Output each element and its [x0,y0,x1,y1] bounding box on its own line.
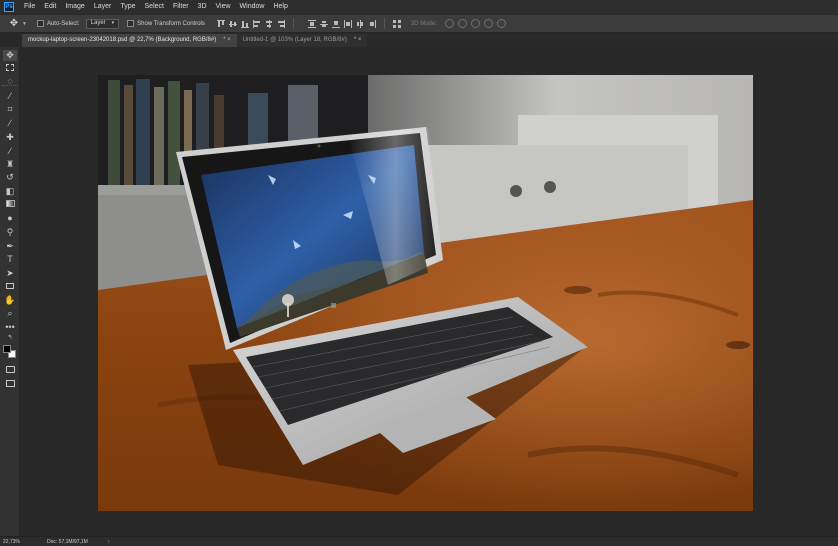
distribute-hcenter-icon[interactable] [356,19,364,28]
move-icon[interactable]: ✥ [3,50,17,61]
tab-untitled-1[interactable]: Untitled-1 @ 103% (Layer 18, RGB/8#) * × [236,34,368,47]
document-size-info[interactable]: Doc: 57,1M/97,1M [47,539,88,545]
menu-image[interactable]: Image [65,0,84,14]
options-divider [292,18,294,29]
eraser-icon[interactable]: ◧ [3,186,17,197]
menu-file[interactable]: File [24,0,35,14]
zoom-level[interactable]: 22,73% [3,539,25,545]
show-transform-checkbox[interactable] [127,20,135,27]
photoshop-window: Ps File Edit Image Layer Type Select Fil… [0,0,838,546]
chevron-down-icon[interactable]: ▼ [22,21,27,27]
status-bar: 22,73% Doc: 57,1M/97,1M › [0,536,838,546]
options-bar: ✥ ▼ Auto-Select: Layer ▾ Show Transform … [0,14,838,33]
menu-edit[interactable]: Edit [44,0,56,14]
status-menu-arrow[interactable]: › [108,539,110,545]
menu-view[interactable]: View [216,0,231,14]
laptop-photo [98,75,753,511]
tab-mockup-laptop[interactable]: mockup-laptop-screen-23042018.psd @ 22,7… [22,34,237,47]
tools-panel: ✥ ◌ ⁄ ⌗ ∕ ✚ ∕ ♜ ↺ ◧ ● ⚲ ✒ T ➤ ✋ ⌕ ••• ↰ [0,47,20,536]
menu-type[interactable]: Type [120,0,135,14]
marquee-icon[interactable] [3,63,17,74]
auto-select-value: Layer [90,20,106,26]
align-left-icon[interactable] [252,19,261,28]
document-canvas[interactable] [98,75,753,511]
magic-wand-icon[interactable]: ⁄ [3,91,17,102]
zoom-icon[interactable]: ⌕ [3,308,17,319]
menu-select[interactable]: Select [145,0,164,14]
toolbar-divider [2,85,18,88]
gradient-icon[interactable] [3,199,17,210]
chevron-down-icon: ▾ [111,20,115,26]
auto-select-checkbox[interactable] [36,20,44,27]
healing-brush-icon[interactable]: ✚ [3,132,17,143]
align-vcenter-icon[interactable] [228,20,237,28]
3d-orbit-icon[interactable] [444,19,454,28]
align-buttons [216,19,285,28]
crop-icon[interactable]: ⌗ [3,104,17,115]
close-icon[interactable]: * × [354,34,362,47]
3d-mode-label: 3D Mode: [410,20,437,27]
distribute-buttons [307,19,376,28]
quick-mask-icon[interactable] [3,365,17,376]
tab-label: mockup-laptop-screen-23042018.psd @ 22,7… [28,37,217,43]
move-tool-preset-icon[interactable]: ✥ [8,18,20,30]
3d-pan-icon[interactable] [470,19,480,28]
options-divider [383,18,385,29]
clone-stamp-icon[interactable]: ♜ [3,159,17,170]
color-swatches[interactable] [3,345,17,361]
screen-mode-icon[interactable] [3,379,17,390]
menu-window[interactable]: Window [240,0,265,14]
3d-slide-icon[interactable] [483,19,493,28]
auto-select-label: Auto-Select: [46,20,80,27]
hand-icon[interactable]: ✋ [3,295,17,306]
menu-3d[interactable]: 3D [198,0,207,14]
distribute-top-icon[interactable] [307,19,316,28]
rectangle-icon[interactable] [3,281,17,292]
menu-filter[interactable]: Filter [173,0,189,14]
swap-colors-icon[interactable]: ↰ [3,333,17,344]
distribute-right-icon[interactable] [368,19,376,28]
align-right-icon[interactable] [277,19,285,28]
brush-icon[interactable]: ∕ [3,146,17,157]
menu-layer[interactable]: Layer [94,0,112,14]
3d-roll-icon[interactable] [457,19,467,28]
distribute-left-icon[interactable] [343,19,352,28]
auto-align-icon[interactable] [392,19,401,28]
foreground-color[interactable] [3,345,11,353]
blur-icon[interactable]: ● [3,213,17,224]
distribute-bottom-icon[interactable] [331,20,340,28]
photoshop-logo[interactable]: Ps [4,2,14,12]
distribute-vcenter-icon[interactable] [319,20,328,28]
type-icon[interactable]: T [3,254,17,265]
more-tools-icon[interactable]: ••• [3,322,17,333]
menu-bar: Ps File Edit Image Layer Type Select Fil… [0,0,838,14]
dodge-icon[interactable]: ⚲ [3,227,17,238]
align-hcenter-icon[interactable] [265,19,273,28]
align-top-icon[interactable] [216,19,225,28]
pen-icon[interactable]: ✒ [3,241,17,252]
menu-help[interactable]: Help [273,0,287,14]
show-transform-label: Show Transform Controls [137,20,205,27]
3d-scale-icon[interactable] [496,19,506,28]
history-brush-icon[interactable]: ↺ [3,172,17,183]
align-bottom-icon[interactable] [240,20,249,28]
close-icon[interactable]: * × [223,34,231,47]
canvas-area[interactable] [21,47,838,536]
eyedropper-icon[interactable]: ∕ [3,118,17,129]
document-tabs: mockup-laptop-screen-23042018.psd @ 22,7… [22,34,838,47]
auto-select-dropdown[interactable]: Layer ▾ [85,18,120,29]
tab-label: Untitled-1 @ 103% (Layer 18, RGB/8#) [242,37,347,43]
path-selection-icon[interactable]: ➤ [3,268,17,279]
